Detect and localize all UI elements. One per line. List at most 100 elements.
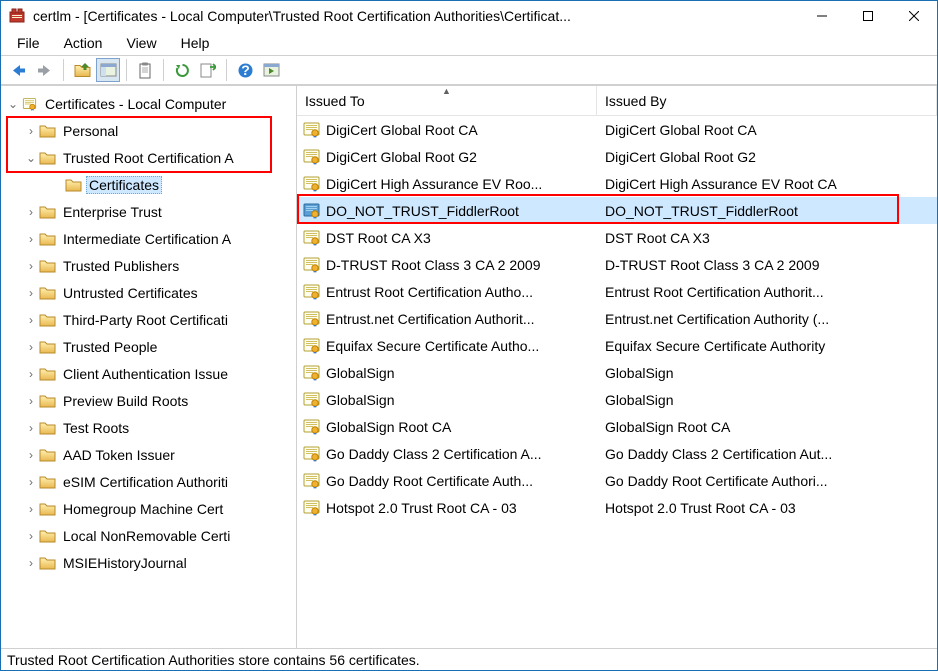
expander-icon[interactable]: ⌄: [5, 96, 21, 112]
issued-by: DigiCert High Assurance EV Root CA: [605, 176, 837, 192]
tree-root[interactable]: ⌄ Certificates - Local Computer: [5, 90, 296, 117]
tree-item[interactable]: ›Client Authentication Issue: [5, 360, 296, 387]
expander-icon[interactable]: ›: [23, 501, 39, 517]
issued-by: DigiCert Global Root G2: [605, 149, 756, 165]
issued-to: DigiCert High Assurance EV Roo...: [326, 176, 542, 192]
expander-icon[interactable]: ›: [23, 204, 39, 220]
list-row[interactable]: GlobalSignGlobalSign: [297, 359, 937, 386]
list-pane: ▲Issued To Issued By DigiCert Global Roo…: [297, 86, 937, 648]
tree-label: Trusted People: [60, 338, 160, 356]
close-button[interactable]: [891, 1, 937, 31]
tree-item[interactable]: ›Intermediate Certification A: [5, 225, 296, 252]
column-issued-to[interactable]: ▲Issued To: [297, 86, 597, 115]
help-button[interactable]: ?: [233, 58, 257, 82]
issued-to: Entrust.net Certification Authorit...: [326, 311, 535, 327]
expander-icon[interactable]: ›: [23, 123, 39, 139]
tree-item[interactable]: ›Personal: [5, 117, 296, 144]
list-row[interactable]: Go Daddy Class 2 Certification A...Go Da…: [297, 440, 937, 467]
folder-icon: [39, 367, 56, 381]
up-button[interactable]: [70, 58, 94, 82]
tree-item[interactable]: ›Third-Party Root Certificati: [5, 306, 296, 333]
expander-icon[interactable]: ›: [23, 528, 39, 544]
list-row[interactable]: Equifax Secure Certificate Autho...Equif…: [297, 332, 937, 359]
maximize-button[interactable]: [845, 1, 891, 31]
tree-item[interactable]: Certificates: [5, 171, 296, 198]
menu-action[interactable]: Action: [52, 33, 115, 53]
back-button[interactable]: [7, 58, 31, 82]
folder-icon: [39, 448, 56, 462]
tree-item[interactable]: ›Preview Build Roots: [5, 387, 296, 414]
app-icon: [9, 8, 25, 24]
tree-item[interactable]: ›Local NonRemovable Certi: [5, 522, 296, 549]
expander-icon[interactable]: ›: [23, 474, 39, 490]
column-issued-by[interactable]: Issued By: [597, 86, 937, 115]
expander-icon[interactable]: ›: [23, 447, 39, 463]
expander-icon[interactable]: ›: [23, 312, 39, 328]
tree-pane[interactable]: ⌄Certificates - Local Computer›Personal⌄…: [1, 86, 297, 648]
tree-label: MSIEHistoryJournal: [60, 554, 190, 572]
tree-label: AAD Token Issuer: [60, 446, 178, 464]
tree-item[interactable]: ›Test Roots: [5, 414, 296, 441]
expander-icon[interactable]: ›: [23, 366, 39, 382]
issued-to: DigiCert Global Root G2: [326, 149, 477, 165]
issued-by: Entrust.net Certification Authority (...: [605, 311, 829, 327]
expander-icon[interactable]: ›: [23, 339, 39, 355]
expander-icon[interactable]: ›: [23, 393, 39, 409]
list-row[interactable]: D-TRUST Root Class 3 CA 2 2009D-TRUST Ro…: [297, 251, 937, 278]
menu-file[interactable]: File: [5, 33, 52, 53]
properties-button[interactable]: [259, 58, 283, 82]
refresh-button[interactable]: [170, 58, 194, 82]
menu-help[interactable]: Help: [169, 33, 222, 53]
tree-label: Certificates - Local Computer: [42, 95, 229, 113]
list-row[interactable]: Hotspot 2.0 Trust Root CA - 03Hotspot 2.…: [297, 494, 937, 521]
tree-item[interactable]: ⌄ Trusted Root Certification A: [5, 144, 296, 171]
forward-button[interactable]: [33, 58, 57, 82]
folder-icon: [39, 556, 56, 570]
folder-icon: [39, 259, 56, 273]
show-hide-tree-button[interactable]: [96, 58, 120, 82]
tree-item[interactable]: ›Homegroup Machine Cert: [5, 495, 296, 522]
tree-item[interactable]: ›eSIM Certification Authoriti: [5, 468, 296, 495]
issued-by: Entrust Root Certification Authorit...: [605, 284, 824, 300]
menu-view[interactable]: View: [114, 33, 168, 53]
issued-to: GlobalSign: [326, 365, 395, 381]
certificate-icon: [303, 337, 320, 354]
list-row[interactable]: GlobalSign Root CAGlobalSign Root CA: [297, 413, 937, 440]
list-row[interactable]: DST Root CA X3DST Root CA X3: [297, 224, 937, 251]
list-row[interactable]: GlobalSignGlobalSign: [297, 386, 937, 413]
tree-item[interactable]: ›Enterprise Trust: [5, 198, 296, 225]
tree-item[interactable]: ›Untrusted Certificates: [5, 279, 296, 306]
tree-item[interactable]: › Trusted People: [5, 333, 296, 360]
export-button[interactable]: [196, 58, 220, 82]
issued-to: D-TRUST Root Class 3 CA 2 2009: [326, 257, 541, 273]
sort-asc-icon: ▲: [442, 86, 451, 96]
folder-icon: [39, 205, 56, 219]
expander-icon[interactable]: ›: [23, 420, 39, 436]
issued-to: DO_NOT_TRUST_FiddlerRoot: [326, 203, 519, 219]
list-row[interactable]: DigiCert High Assurance EV Roo... DigiCer…: [297, 170, 937, 197]
list-row[interactable]: Entrust.net Certification Authorit... Ent…: [297, 305, 937, 332]
folder-icon: [39, 475, 56, 489]
list-row[interactable]: DO_NOT_TRUST_FiddlerRootDO_NOT_TRUST_Fid…: [297, 197, 937, 224]
folder-icon: [39, 421, 56, 435]
list-body[interactable]: DigiCert Global Root CADigiCert Global R…: [297, 116, 937, 648]
expander-icon[interactable]: ›: [23, 258, 39, 274]
expander-icon[interactable]: ›: [23, 231, 39, 247]
list-row[interactable]: DigiCert Global Root G2 DigiCert Global R…: [297, 143, 937, 170]
expander-icon[interactable]: ⌄: [23, 150, 39, 166]
expander-icon[interactable]: ›: [23, 285, 39, 301]
clipboard-button[interactable]: [133, 58, 157, 82]
issued-to: GlobalSign Root CA: [326, 419, 451, 435]
list-row[interactable]: Go Daddy Root Certificate Auth...Go Dadd…: [297, 467, 937, 494]
certificate-icon: [303, 148, 320, 165]
expander-icon[interactable]: ›: [23, 555, 39, 571]
tree-label: Trusted Root Certification A: [60, 149, 237, 167]
list-row[interactable]: DigiCert Global Root CADigiCert Global R…: [297, 116, 937, 143]
tree-item[interactable]: ›Trusted Publishers: [5, 252, 296, 279]
list-row[interactable]: Entrust Root Certification Autho...Entru…: [297, 278, 937, 305]
minimize-button[interactable]: [799, 1, 845, 31]
issued-to: Equifax Secure Certificate Autho...: [326, 338, 539, 354]
tree-item[interactable]: › AAD Token Issuer: [5, 441, 296, 468]
issued-by: Go Daddy Root Certificate Authori...: [605, 473, 828, 489]
tree-item[interactable]: › MSIEHistoryJournal: [5, 549, 296, 576]
